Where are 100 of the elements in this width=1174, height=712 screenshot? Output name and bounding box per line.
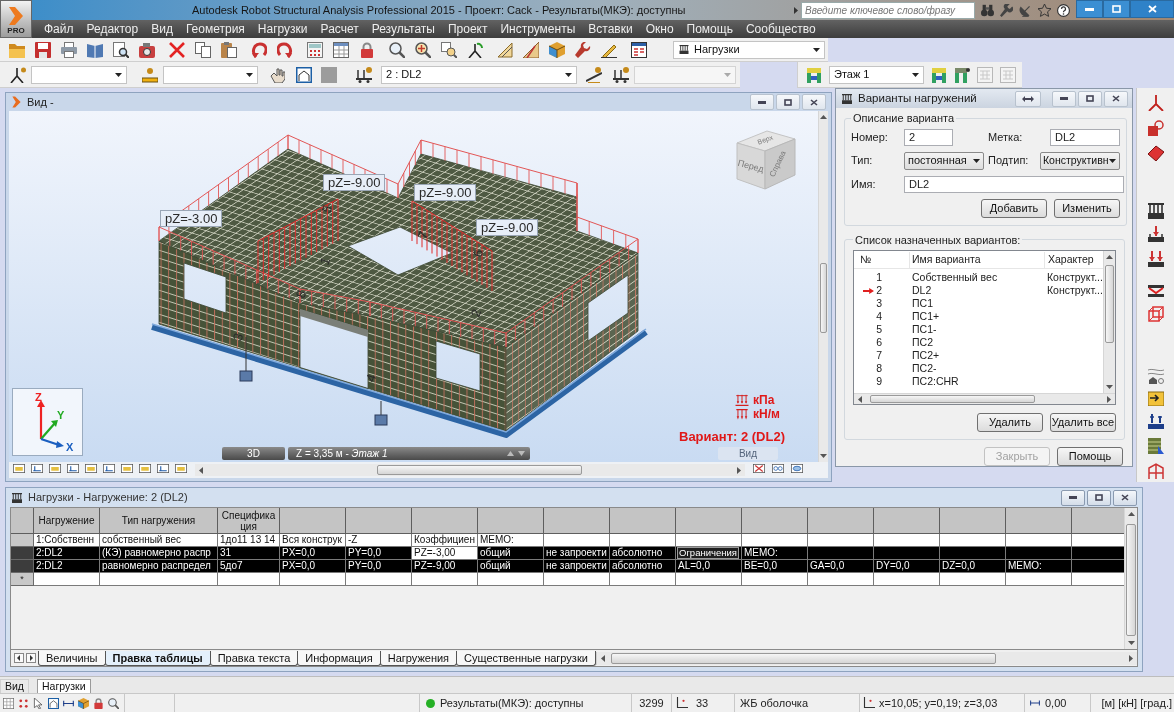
load-case-dropdown[interactable]: 2 : DL2 bbox=[381, 65, 577, 84]
framed-tile-icon[interactable] bbox=[137, 464, 153, 476]
table-cell[interactable]: PZ=-3,00 bbox=[412, 547, 478, 560]
dialog-button[interactable]: Помощь bbox=[1057, 447, 1123, 466]
zoom-extents-icon[interactable] bbox=[415, 41, 431, 58]
storey-dropdown[interactable]: Этаж 1 bbox=[829, 65, 924, 84]
framed-tile-icon[interactable] bbox=[65, 464, 81, 476]
beam-load-icon[interactable] bbox=[1147, 283, 1164, 299]
type-dropdown[interactable]: постоянная bbox=[904, 151, 984, 170]
load-grid-icon[interactable] bbox=[1147, 203, 1164, 219]
case-name[interactable]: DL2 bbox=[909, 284, 1044, 297]
scrollbar-thumb[interactable] bbox=[610, 652, 996, 664]
scroll-right-icon[interactable] bbox=[1106, 395, 1111, 403]
close-icon[interactable] bbox=[810, 98, 818, 106]
level-down-icon[interactable] bbox=[518, 451, 525, 456]
restore-button[interactable] bbox=[1103, 0, 1130, 18]
bar-selection-field[interactable] bbox=[163, 65, 258, 84]
close-button[interactable] bbox=[1104, 90, 1128, 107]
support-load-icon[interactable] bbox=[356, 66, 372, 83]
column-header[interactable]: Тип нагружения bbox=[100, 508, 218, 534]
frame-icon[interactable] bbox=[1147, 463, 1164, 479]
ruler-icon[interactable] bbox=[523, 41, 539, 58]
horizontal-scrollbar[interactable] bbox=[195, 464, 745, 476]
window-list-icon[interactable] bbox=[631, 41, 647, 58]
column-header[interactable]: Спецификация bbox=[218, 508, 280, 534]
horizontal-scrollbar[interactable] bbox=[595, 651, 1137, 665]
eraser-icon[interactable] bbox=[1147, 145, 1164, 161]
scroll-right-icon[interactable] bbox=[1129, 654, 1133, 662]
caret-icon[interactable] bbox=[973, 158, 980, 163]
tab-left-icon[interactable] bbox=[14, 653, 24, 663]
cross-tile-icon[interactable] bbox=[751, 464, 767, 476]
scroll-up-icon[interactable] bbox=[1127, 512, 1135, 516]
case-row[interactable]: 2 DL2 Конструкт... bbox=[854, 284, 1103, 297]
case-row[interactable]: 8 ПС2- bbox=[854, 362, 1103, 375]
scroll-up-icon[interactable] bbox=[1105, 255, 1113, 259]
column-header[interactable]: Нагружение bbox=[34, 508, 100, 534]
number-field[interactable]: 2 bbox=[904, 128, 953, 146]
layout-dropdown[interactable]: Нагрузки bbox=[673, 40, 825, 59]
load-combination-icon[interactable] bbox=[1147, 413, 1164, 429]
table-row[interactable]: 2:DL2 (КЭ) равномерно распр 31 PX=0,0 PY=0,0 PZ=-3,00 общий не запроекти абсолютно Ограничения MEMO: bbox=[11, 547, 1124, 560]
pointer-icon[interactable] bbox=[33, 697, 44, 709]
level-bar[interactable]: Z = 3,35 м - Этаж 1 bbox=[288, 447, 530, 460]
framed-tile-icon[interactable] bbox=[47, 464, 63, 476]
page-magnifier-icon[interactable] bbox=[113, 41, 129, 58]
zoom-icon[interactable] bbox=[389, 41, 405, 58]
load-grid-icon[interactable] bbox=[678, 45, 690, 54]
scroll-down-icon[interactable] bbox=[1105, 385, 1113, 389]
eye-tile-icon[interactable] bbox=[789, 464, 805, 476]
hand-icon[interactable] bbox=[269, 66, 285, 83]
row-header[interactable] bbox=[11, 534, 34, 547]
restore-icon[interactable] bbox=[784, 98, 792, 106]
beam-support-icon[interactable] bbox=[586, 66, 602, 83]
caret-icon[interactable] bbox=[565, 72, 572, 77]
scroll-down-icon[interactable] bbox=[820, 454, 827, 458]
menu-item[interactable]: Сообщество bbox=[745, 20, 816, 38]
table-row[interactable]: 1:Собственн собственный вес 1до11 13 14 Вся конструк -Z Коэффициен MEMO: bbox=[11, 534, 1124, 547]
case-row[interactable]: 1 Собственный вес Конструкт... bbox=[854, 271, 1103, 284]
vertical-scrollbar[interactable] bbox=[818, 111, 828, 462]
restore-button[interactable] bbox=[776, 94, 800, 110]
tab-right-icon[interactable] bbox=[26, 653, 36, 663]
hatched-sheet-icon[interactable] bbox=[1147, 438, 1164, 454]
case-name[interactable]: ПС1+ bbox=[909, 310, 1044, 323]
menu-item[interactable]: Вставки bbox=[588, 20, 633, 38]
dialog-button[interactable]: Удалить bbox=[976, 413, 1043, 432]
framed-tile-icon[interactable] bbox=[11, 464, 27, 476]
snap-points-icon[interactable] bbox=[18, 697, 29, 709]
framed-tile-icon[interactable] bbox=[101, 464, 117, 476]
scrollbar-thumb[interactable] bbox=[1104, 265, 1114, 343]
menu-item[interactable]: Результаты bbox=[371, 20, 435, 38]
case-row[interactable]: 6 ПС2 bbox=[854, 336, 1103, 349]
cube-ring-icon[interactable] bbox=[1147, 120, 1164, 136]
sheet-tab[interactable]: Правка текста bbox=[209, 651, 299, 666]
case-name[interactable]: ПС2:CHR bbox=[909, 375, 1044, 388]
glasses-icon[interactable] bbox=[770, 464, 786, 476]
cube-icon[interactable] bbox=[549, 41, 565, 58]
menu-item[interactable]: Проект bbox=[447, 20, 488, 38]
book-icon[interactable] bbox=[87, 41, 103, 58]
dialog-button[interactable]: Удалить все bbox=[1049, 413, 1116, 432]
scroll-left-icon[interactable] bbox=[199, 466, 203, 474]
close-button[interactable] bbox=[1130, 0, 1174, 18]
vertical-scrollbar[interactable] bbox=[1102, 251, 1115, 393]
framed-tile-icon[interactable] bbox=[173, 464, 189, 476]
case-row[interactable]: 7 ПС2+ bbox=[854, 349, 1103, 362]
view-mode-button[interactable]: 3D bbox=[222, 447, 285, 460]
window-frame-icon[interactable] bbox=[48, 697, 59, 709]
redo-icon[interactable] bbox=[277, 41, 293, 58]
menu-item[interactable]: Инструменты bbox=[500, 20, 576, 38]
cube-icon[interactable] bbox=[78, 697, 89, 709]
case-name[interactable]: ПС2+ bbox=[909, 349, 1044, 362]
zoom-icon[interactable] bbox=[108, 697, 119, 709]
minimize-button[interactable] bbox=[1076, 0, 1103, 18]
color-swatch-icon[interactable] bbox=[321, 66, 337, 83]
cell-button[interactable]: Ограничения bbox=[677, 547, 739, 559]
menu-item[interactable]: Вид bbox=[151, 20, 173, 38]
double-arrow-icon[interactable] bbox=[1022, 95, 1034, 102]
binoculars-icon[interactable] bbox=[981, 3, 994, 17]
case-row[interactable]: 9 ПС2:CHR bbox=[854, 375, 1103, 388]
close-icon[interactable] bbox=[1121, 494, 1129, 501]
frame-cube-icon[interactable] bbox=[1147, 306, 1164, 322]
caret-icon[interactable] bbox=[115, 72, 122, 77]
